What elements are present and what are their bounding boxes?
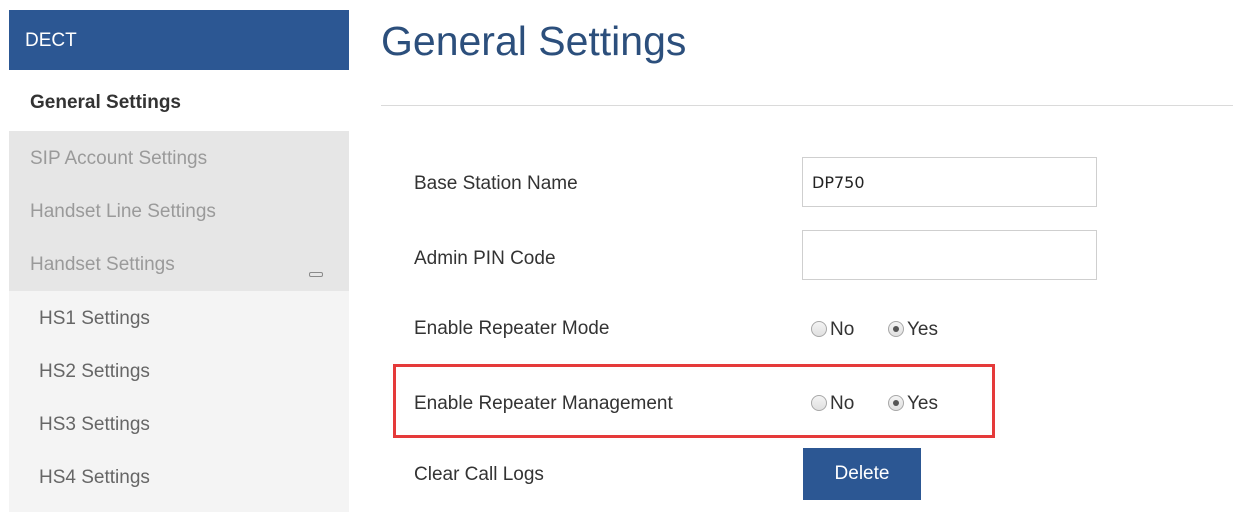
repeater-mode-no-radio[interactable] (811, 321, 827, 337)
page-title: General Settings (381, 18, 687, 64)
sidebar-item-hs4-settings[interactable]: HS4 Settings (39, 467, 150, 489)
enable-repeater-management-label: Enable Repeater Management (414, 393, 673, 414)
delete-button[interactable]: Delete (803, 448, 921, 500)
repeater-management-yes-radio[interactable] (888, 395, 904, 411)
sidebar-item-sip-account-settings[interactable]: SIP Account Settings (30, 148, 207, 170)
sidebar-item-hs1-settings[interactable]: HS1 Settings (39, 308, 150, 330)
sidebar-item-hs3-settings[interactable]: HS3 Settings (39, 414, 150, 436)
repeater-mode-yes-radio[interactable] (888, 321, 904, 337)
repeater-management-no-radio[interactable] (811, 395, 827, 411)
repeater-mode-no-label[interactable]: No (830, 319, 854, 341)
sidebar: DECT General Settings SIP Account Settin… (9, 10, 349, 512)
sidebar-item-general-settings[interactable]: General Settings (9, 81, 349, 131)
title-divider (381, 105, 1233, 106)
enable-repeater-mode-label: Enable Repeater Mode (414, 318, 610, 339)
sidebar-item-hs2-settings[interactable]: HS2 Settings (39, 361, 150, 383)
admin-pin-code-label: Admin PIN Code (414, 248, 556, 269)
sidebar-item-handset-line-settings[interactable]: Handset Line Settings (30, 201, 216, 223)
repeater-management-yes-label[interactable]: Yes (907, 393, 938, 415)
repeater-mode-yes-label[interactable]: Yes (907, 319, 938, 341)
clear-call-logs-label: Clear Call Logs (414, 464, 544, 485)
admin-pin-code-input[interactable] (802, 230, 1097, 280)
sidebar-item-handset-settings[interactable]: Handset Settings (30, 254, 175, 276)
minus-collapse-icon[interactable] (309, 272, 323, 277)
base-station-name-input[interactable] (802, 157, 1097, 207)
repeater-management-no-label[interactable]: No (830, 393, 854, 415)
sidebar-section-dect[interactable]: DECT (9, 10, 349, 70)
base-station-name-label: Base Station Name (414, 173, 578, 194)
